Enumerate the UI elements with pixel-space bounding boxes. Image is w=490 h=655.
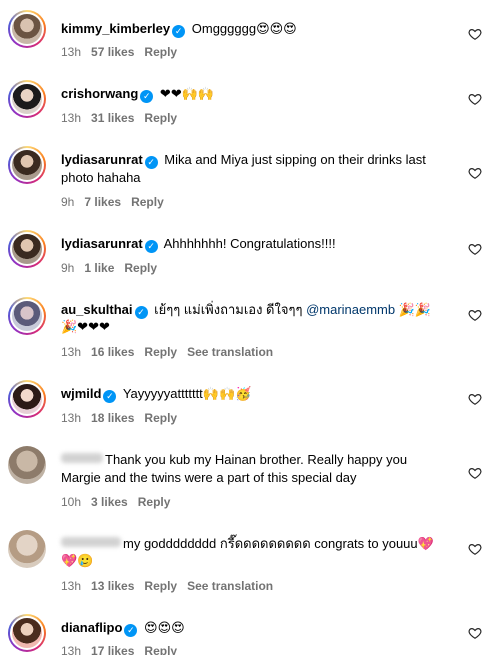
see-translation-button[interactable]: See translation — [187, 579, 273, 593]
comment-text: เย้ๆๆ แม่เพิ่งถามเอง ดีใจๆๆ — [154, 302, 303, 317]
username[interactable]: dianaflipo — [61, 620, 122, 635]
timestamp[interactable]: 9h — [61, 195, 74, 209]
timestamp[interactable]: 13h — [61, 111, 81, 125]
heart-outline-icon[interactable] — [468, 242, 482, 256]
verified-badge-icon: ✓ — [140, 90, 154, 103]
reply-button[interactable]: Reply — [144, 45, 177, 59]
heart-outline-icon[interactable] — [468, 626, 482, 640]
redacted-username — [61, 453, 103, 463]
comment-emoji: 😍😍😍 — [256, 22, 297, 37]
timestamp[interactable]: 13h — [61, 45, 81, 59]
heart-outline-icon[interactable] — [468, 166, 482, 180]
comment-emoji: 😍😍😍 — [144, 621, 185, 636]
reply-button[interactable]: Reply — [124, 261, 157, 275]
likes-count[interactable]: 3 likes — [91, 495, 128, 509]
avatar[interactable] — [8, 146, 46, 184]
likes-count[interactable]: 31 likes — [91, 111, 134, 125]
timestamp[interactable]: 13h — [61, 411, 81, 425]
avatar[interactable] — [8, 230, 46, 268]
username[interactable]: wjmild — [61, 386, 101, 401]
likes-count[interactable]: 7 likes — [84, 195, 121, 209]
heart-outline-icon[interactable] — [468, 308, 482, 322]
likes-count[interactable]: 1 like — [84, 261, 114, 275]
verified-badge-icon: ✓ — [144, 156, 158, 169]
username[interactable]: kimmy_kimberley — [61, 21, 170, 36]
comment-text: Mika and Miya just sipping on their drin… — [164, 152, 426, 167]
comment-text: Ahhhhhhh! Congratulations!!!! — [163, 236, 336, 251]
avatar[interactable] — [8, 530, 46, 568]
verified-badge-icon: ✓ — [134, 306, 148, 319]
reply-button[interactable]: Reply — [138, 495, 171, 509]
comment-text-continued: photo hahaha — [61, 170, 141, 185]
heart-outline-icon[interactable] — [468, 27, 482, 41]
see-translation-button[interactable]: See translation — [187, 345, 273, 359]
reply-button[interactable]: Reply — [144, 579, 177, 593]
comment-text: Omgggggg — [191, 21, 257, 36]
comment-emoji-continued: 💖🥲 — [61, 554, 94, 569]
comment-emoji: 🙌🙌🥳 — [202, 387, 252, 402]
avatar[interactable] — [8, 614, 46, 652]
comment-emoji-continued: 🎉❤❤❤ — [61, 320, 110, 335]
likes-count[interactable]: 13 likes — [91, 579, 134, 593]
comment-text: Yayyyyyattttttt — [122, 386, 203, 401]
verified-badge-icon: ✓ — [103, 390, 117, 403]
username[interactable]: lydiasarunrat — [61, 152, 143, 167]
avatar[interactable] — [8, 446, 46, 484]
reply-button[interactable]: Reply — [144, 411, 177, 425]
reply-button[interactable]: Reply — [144, 111, 177, 125]
avatar[interactable] — [8, 380, 46, 418]
comment-emoji: 🎉🎉 — [398, 303, 432, 318]
verified-badge-icon: ✓ — [124, 624, 138, 637]
timestamp[interactable]: 9h — [61, 261, 74, 275]
timestamp[interactable]: 13h — [61, 644, 81, 655]
username[interactable]: lydiasarunrat — [61, 236, 143, 251]
heart-outline-icon[interactable] — [468, 542, 482, 556]
likes-count[interactable]: 16 likes — [91, 345, 134, 359]
username[interactable]: au_skulthai — [61, 302, 133, 317]
redacted-username — [61, 537, 121, 547]
heart-outline-icon[interactable] — [468, 92, 482, 106]
comment-text: Thank you kub my Hainan brother. Really … — [105, 452, 408, 467]
reply-button[interactable]: Reply — [131, 195, 164, 209]
comment-text: my godddddddd กรี๊ดดดดดดดดด congrats to … — [123, 536, 418, 551]
likes-count[interactable]: 17 likes — [91, 644, 134, 655]
heart-outline-icon[interactable] — [468, 466, 482, 480]
timestamp[interactable]: 13h — [61, 579, 81, 593]
comment-emoji: ❤❤🙌🙌 — [159, 87, 215, 102]
avatar[interactable] — [8, 297, 46, 335]
avatar[interactable] — [8, 10, 46, 48]
likes-count[interactable]: 18 likes — [91, 411, 134, 425]
comment-text-continued: Margie and the twins were a part of this… — [61, 470, 357, 485]
timestamp[interactable]: 13h — [61, 345, 81, 359]
username[interactable]: crishorwang — [61, 86, 138, 101]
reply-button[interactable]: Reply — [144, 345, 177, 359]
reply-button[interactable]: Reply — [144, 644, 177, 655]
timestamp[interactable]: 10h — [61, 495, 81, 509]
avatar[interactable] — [8, 80, 46, 118]
heart-outline-icon[interactable] — [468, 392, 482, 406]
verified-badge-icon: ✓ — [172, 25, 186, 38]
verified-badge-icon: ✓ — [144, 240, 158, 253]
comment-emoji: 💖 — [417, 537, 434, 552]
likes-count[interactable]: 57 likes — [91, 45, 134, 59]
mention-link[interactable]: @marinaemmb — [306, 302, 395, 317]
